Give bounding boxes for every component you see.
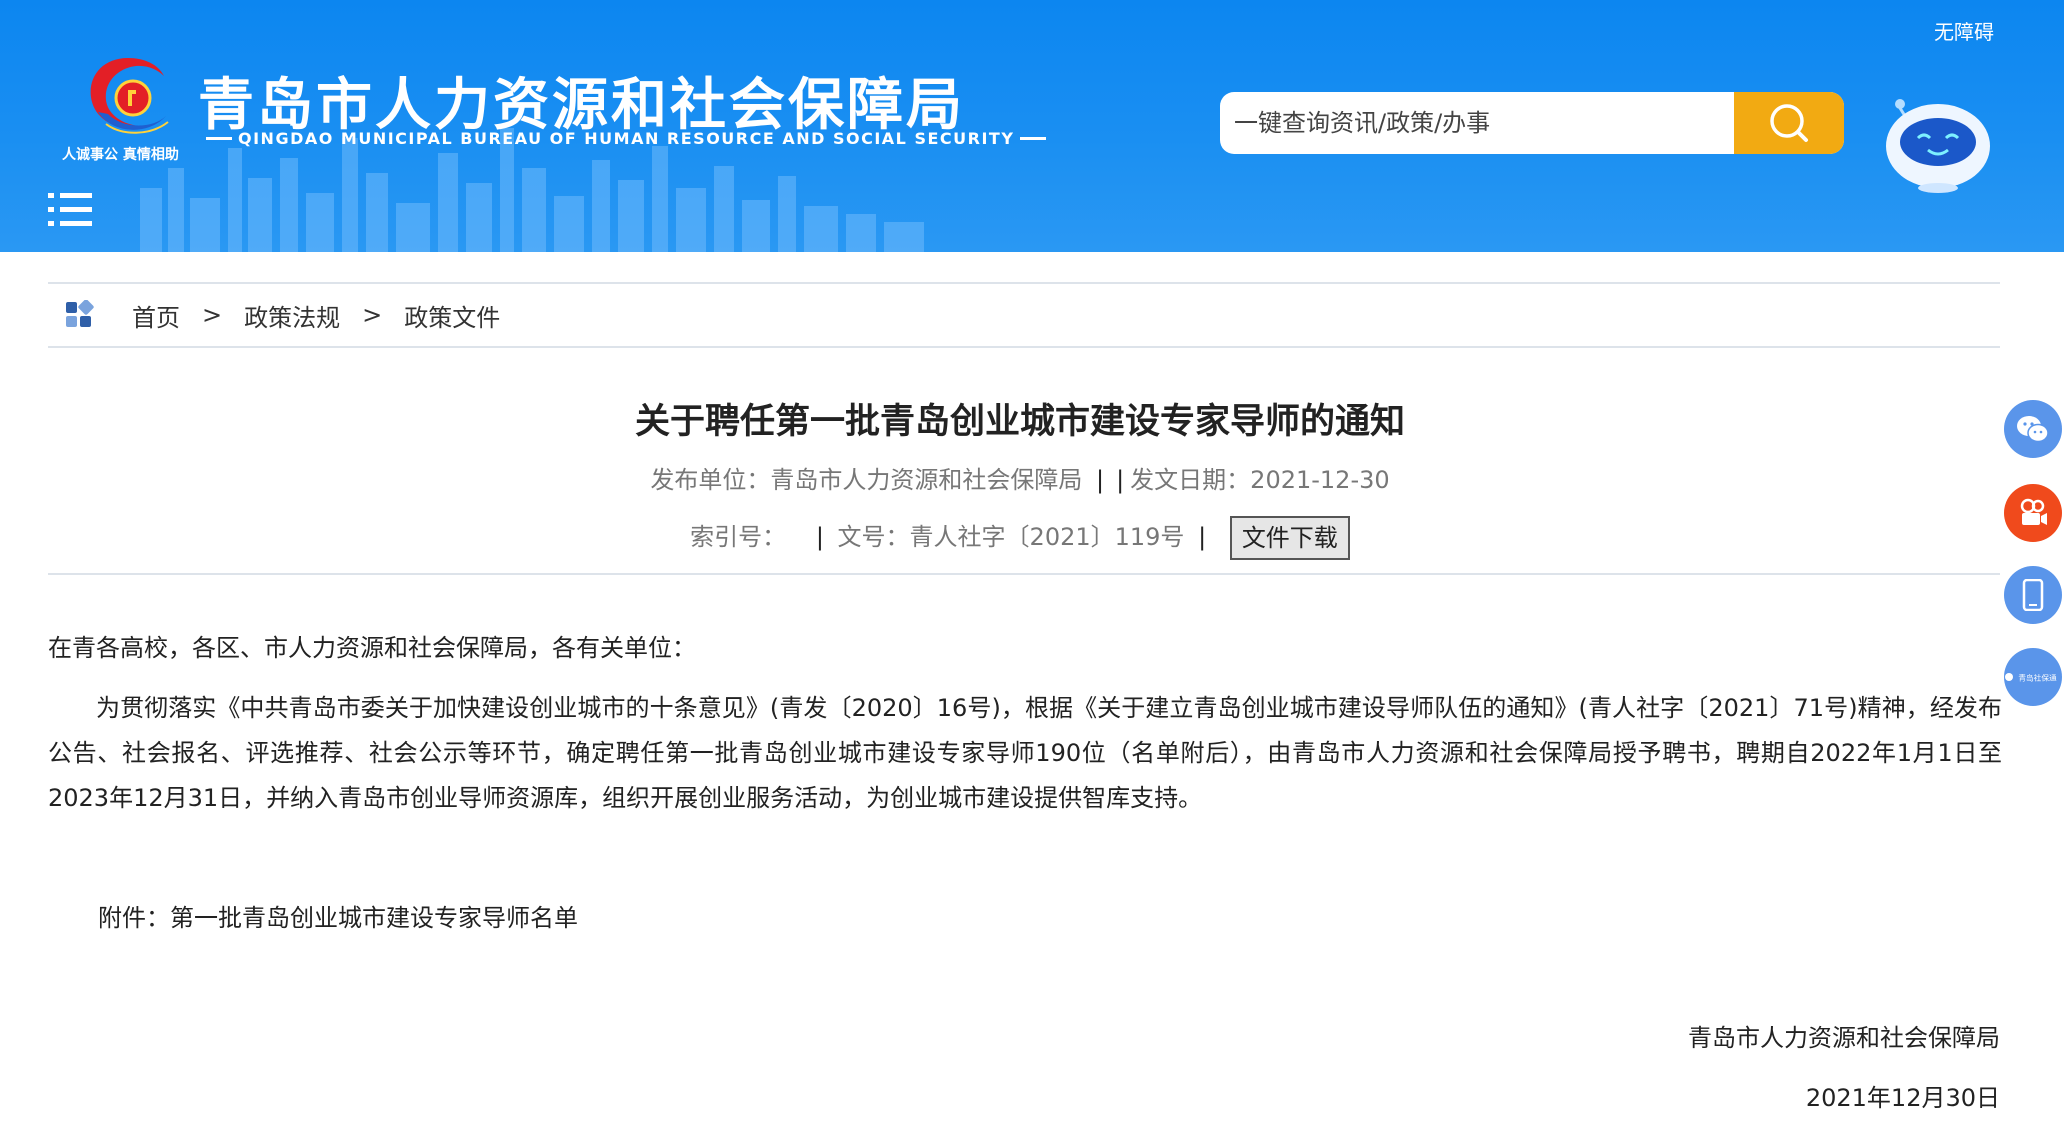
breadcrumb-item-policies[interactable]: 政策法规 [244,298,340,333]
doc-number-label: 文号： [837,523,910,551]
doc-number-value: 青人社字〔2021〕119号 [909,523,1185,551]
logo-motto: 人诚事公 真情相助 [62,147,179,163]
video-button[interactable] [2004,484,2062,542]
file-download-button[interactable]: 文件下载 [1229,516,1350,560]
breadcrumb: 首页 > 政策法规 > 政策文件 [48,282,2000,348]
breadcrumb-item-policy-documents[interactable]: 政策文件 [404,298,500,333]
bureau-logo-emblem [90,58,169,134]
video-icon [2020,498,2047,525]
publisher-label: 发布单位： [650,466,771,494]
search-button[interactable] [1734,92,1844,154]
search-icon [1770,104,1808,142]
salutation: 在青各高校，各区、市人力资源和社会保障局，各有关单位： [48,634,696,662]
article-meta-publisher-row: 发布单位：青岛市人力资源和社会保障局 | | 发文日期：2021-12-30 [650,466,1390,494]
breadcrumb-item-home[interactable]: 首页 [132,298,180,333]
mobile-button[interactable] [2004,566,2062,624]
wechat-button[interactable] [2004,400,2062,458]
app-button[interactable]: 青岛社保通 [2004,648,2062,706]
sign-date: 2021年12月30日 [1805,1084,2000,1112]
date-value: 2021-12-30 [1250,466,1390,494]
grid-apps-icon [66,300,94,327]
publisher-value: 青岛市人力资源和社会保障局 [770,466,1083,494]
breadcrumb-separator: > [362,301,383,329]
breadcrumb-separator: > [202,301,223,329]
article-meta-index-row: 索引号： | 文号：青人社字〔2021〕119号 | 文件下载 [0,516,2040,560]
app-icon [2005,673,2014,681]
menu-icon[interactable] [48,190,92,230]
robot-assistant-icon[interactable] [1878,96,1998,196]
signer: 青岛市人力资源和社会保障局 [1688,1024,2000,1052]
mobile-icon [2022,579,2044,611]
attachment-link[interactable]: 附件：第一批青岛创业城市建设专家导师名单 [98,898,2052,933]
site-header: 人诚事公 真情相助 青岛市人力资源和社会保障局 QINGDAO MUNICIPA… [0,0,2064,252]
divider [48,573,2000,575]
article-title: 关于聘任第一批青岛创业城市建设专家导师的通知 [634,402,1405,442]
site-subtitle-row: QINGDAO MUNICIPAL BUREAU OF HUMAN RESOUR… [200,129,1052,148]
site-subtitle: QINGDAO MUNICIPAL BUREAU OF HUMAN RESOUR… [238,129,1015,148]
index-label: 索引号： [690,523,787,551]
app-label: 青岛社保通 [2018,674,2058,683]
date-label: 发文日期： [1130,466,1251,494]
search-box [1220,92,1844,154]
accessibility-link[interactable]: 无障碍 [1934,16,1994,45]
search-input[interactable] [1220,92,1732,154]
body-paragraph: 为贯彻落实《中共青岛市委关于加快建设创业城市的十条意见》(青发〔2020〕16号… [48,694,2002,812]
wechat-icon [2017,416,2049,443]
